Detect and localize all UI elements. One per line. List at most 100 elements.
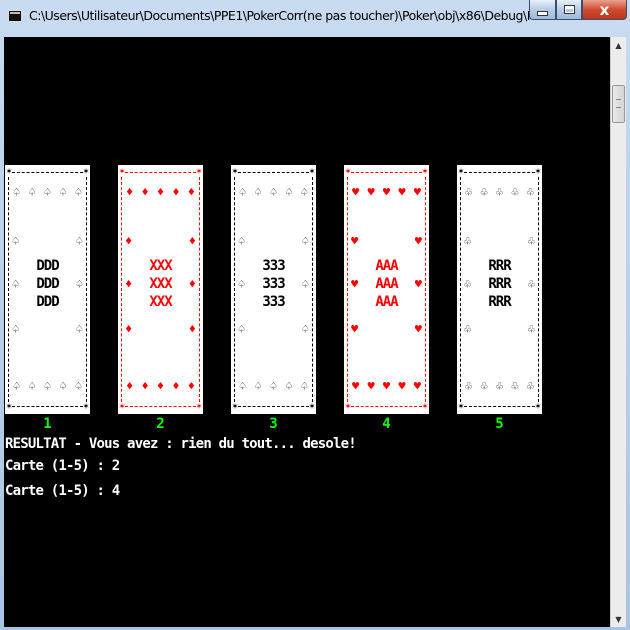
maximize-button[interactable] bbox=[556, 0, 582, 20]
suit-icon: ♤ bbox=[239, 185, 247, 199]
suit-icon: ♥ bbox=[352, 379, 360, 393]
card-border-top bbox=[238, 172, 309, 173]
card-top-suit-row: ♤ ♤ ♤ ♤ ♤ bbox=[239, 186, 308, 199]
card-bottom-suit-row: ♦ ♦ ♦ ♦ ♦ bbox=[126, 380, 195, 393]
card-border-bottom bbox=[464, 406, 535, 407]
card-value-label: AAA bbox=[375, 294, 398, 310]
corner-star-icon: ✶ bbox=[308, 166, 315, 177]
suit-icon: ♤ bbox=[28, 379, 36, 393]
corner-star-icon: ✶ bbox=[534, 166, 541, 177]
suit-icon: ♧ bbox=[526, 379, 534, 393]
scrollbar-thumb[interactable] bbox=[612, 85, 625, 123]
suit-icon: ♤ bbox=[74, 379, 82, 393]
card-top-suit-row: ♧ ♧ ♧ ♧ ♧ bbox=[465, 186, 534, 199]
suit-icon: ♤ bbox=[238, 234, 246, 248]
suit-icon: ♧ bbox=[465, 379, 473, 393]
corner-star-icon: ✶ bbox=[421, 401, 428, 412]
suit-icon: ♤ bbox=[285, 379, 293, 393]
suit-icon: ♥ bbox=[413, 379, 421, 393]
card-value-label: DDD bbox=[36, 294, 59, 310]
suit-icon: ♥ bbox=[351, 234, 359, 248]
minimize-button[interactable] bbox=[529, 0, 556, 20]
suit-icon: ♧ bbox=[495, 379, 504, 393]
suit-icon: ♦ bbox=[156, 379, 165, 393]
suit-icon: ♦ bbox=[141, 185, 149, 199]
suit-icon: ♤ bbox=[300, 185, 308, 199]
card-value-label: 333 bbox=[262, 276, 285, 292]
suit-icon: ♧ bbox=[527, 234, 535, 248]
suit-icon: ♧ bbox=[527, 322, 535, 336]
suit-icon: ♤ bbox=[12, 322, 20, 336]
playing-card-3: ✶ ✶ ✶ ✶ ♤ ♤ ♤ ♤ ♤ ♤ ♤ ♤ ♤ ♤ ♤ ♤ ♤ ♤ ♤ ♤ 333 333 333 bbox=[231, 165, 316, 414]
corner-star-icon: ✶ bbox=[195, 166, 202, 177]
corner-star-icon: ✶ bbox=[6, 401, 13, 412]
close-button[interactable]: x bbox=[582, 0, 627, 20]
card-border-bottom bbox=[238, 406, 309, 407]
corner-star-icon: ✶ bbox=[119, 401, 126, 412]
corner-star-icon: ✶ bbox=[345, 401, 352, 412]
suit-icon: ♧ bbox=[480, 185, 488, 199]
console-output: ✶ ✶ ✶ ✶ ♤ ♤ ♤ ♤ ♤ ♤ ♤ ♤ ♤ ♤ ♤ ♤ ♤ ♤ ♤ ♤ DDD DDD DDD 1 ✶ ✶ ✶ ✶ ♦ ♦ ♦ ♦ ♦ ♦… bbox=[4, 37, 610, 627]
suit-icon: ♦ bbox=[188, 322, 196, 336]
suit-icon: ♧ bbox=[495, 185, 504, 199]
card-bottom-suit-row: ♧ ♧ ♧ ♧ ♧ bbox=[465, 380, 534, 393]
suit-icon: ♤ bbox=[254, 185, 262, 199]
vertical-scrollbar[interactable]: ▲ ▼ bbox=[610, 37, 626, 627]
playing-card-2: ✶ ✶ ✶ ✶ ♦ ♦ ♦ ♦ ♦ ♦ ♦ ♦ ♦ ♦ ♦ ♦ ♦ ♦ ♦ ♦ XXX XXX XXX bbox=[118, 165, 203, 414]
suit-icon: ♥ bbox=[398, 379, 406, 393]
card-border-top bbox=[12, 172, 83, 173]
card-value-label: AAA bbox=[375, 258, 398, 274]
card-bottom-suit-row: ♤ ♤ ♤ ♤ ♤ bbox=[239, 380, 308, 393]
suit-icon: ♤ bbox=[13, 379, 21, 393]
suit-icon: ♦ bbox=[126, 379, 134, 393]
suit-icon: ♤ bbox=[238, 322, 246, 336]
suit-icon: ♤ bbox=[28, 185, 36, 199]
suit-icon: ♥ bbox=[367, 379, 375, 393]
suit-icon: ♦ bbox=[156, 185, 165, 199]
card-border-bottom bbox=[125, 406, 196, 407]
console-app-icon[interactable] bbox=[8, 10, 22, 22]
scroll-up-arrow-icon[interactable]: ▲ bbox=[611, 37, 626, 53]
suit-icon: ♥ bbox=[351, 322, 359, 336]
suit-icon: ♤ bbox=[74, 185, 82, 199]
corner-star-icon: ✶ bbox=[308, 401, 315, 412]
card-top-suit-row: ♥ ♥ ♥ ♥ ♥ bbox=[352, 186, 421, 199]
suit-icon: ♤ bbox=[301, 234, 309, 248]
suit-icon: ♦ bbox=[125, 322, 133, 336]
suit-icon: ♦ bbox=[141, 379, 149, 393]
corner-star-icon: ✶ bbox=[458, 401, 465, 412]
suit-icon: ♧ bbox=[511, 185, 519, 199]
card-border-top bbox=[125, 172, 196, 173]
card-border-bottom bbox=[12, 406, 83, 407]
card-value-label: 333 bbox=[262, 294, 285, 310]
suit-icon: ♦ bbox=[187, 379, 195, 393]
card-value-label: XXX bbox=[149, 276, 172, 292]
playing-card-5: ✶ ✶ ✶ ✶ ♧ ♧ ♧ ♧ ♧ ♧ ♧ ♧ ♧ ♧ ♧ ♧ ♧ ♧ ♧ ♧ RRR RRR RRR bbox=[457, 165, 542, 414]
corner-star-icon: ✶ bbox=[82, 401, 89, 412]
card-value-label: DDD bbox=[36, 276, 59, 292]
close-icon: x bbox=[599, 0, 610, 19]
suit-icon: ♤ bbox=[75, 322, 83, 336]
card-top-suit-row: ♤ ♤ ♤ ♤ ♤ bbox=[13, 186, 82, 199]
card-value-label: XXX bbox=[149, 294, 172, 310]
suit-icon: ♤ bbox=[269, 185, 278, 199]
card-value-label: XXX bbox=[149, 258, 172, 274]
suit-icon: ♥ bbox=[367, 185, 375, 199]
card-value-label: 333 bbox=[262, 258, 285, 274]
suit-icon: ♤ bbox=[59, 185, 67, 199]
suit-icon: ♧ bbox=[511, 379, 519, 393]
card-bottom-suit-row: ♤ ♤ ♤ ♤ ♤ bbox=[13, 380, 82, 393]
suit-icon: ♥ bbox=[414, 234, 422, 248]
title-bar[interactable]: C:\Users\Utilisateur\Documents\PPE1\Poke… bbox=[0, 0, 630, 36]
card-value-label: RRR bbox=[488, 276, 511, 292]
card-top-suit-row: ♦ ♦ ♦ ♦ ♦ bbox=[126, 186, 195, 199]
window-title: C:\Users\Utilisateur\Documents\PPE1\Poke… bbox=[29, 8, 582, 23]
suit-icon: ♤ bbox=[12, 234, 20, 248]
card-number-label: 4 bbox=[382, 416, 391, 432]
scroll-down-arrow-icon[interactable]: ▼ bbox=[611, 611, 626, 627]
suit-icon: ♧ bbox=[464, 234, 472, 248]
suit-icon: ♤ bbox=[254, 379, 262, 393]
minimize-icon bbox=[537, 11, 548, 16]
result-line: RESULTAT - Vous avez : rien du tout... d… bbox=[5, 436, 357, 452]
console-window: C:\Users\Utilisateur\Documents\PPE1\Poke… bbox=[0, 0, 630, 630]
